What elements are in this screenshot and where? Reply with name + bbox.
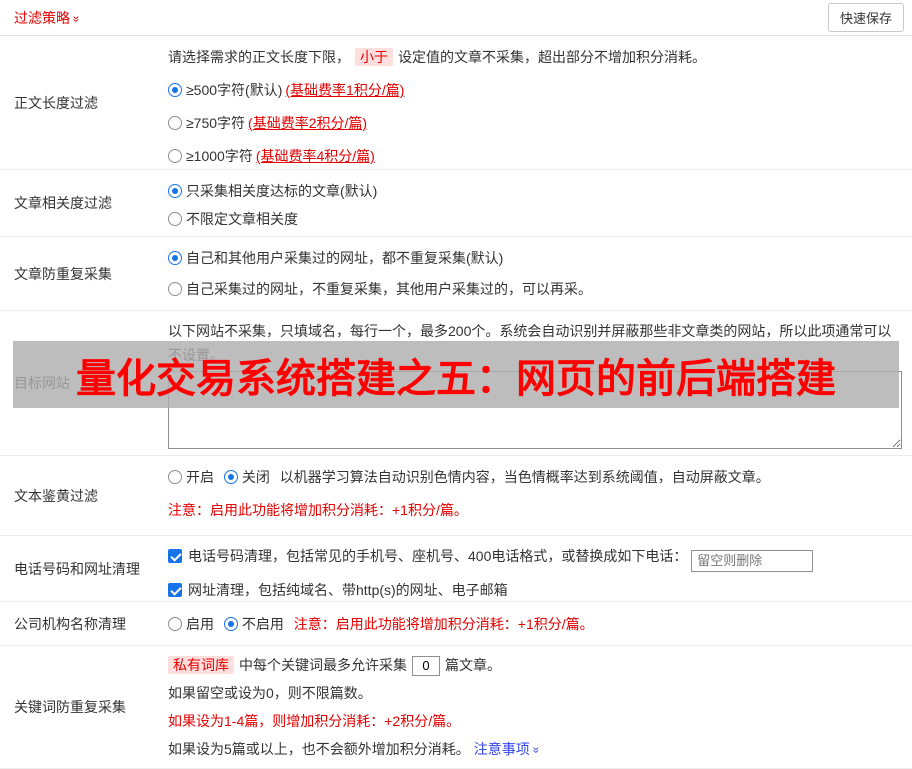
radio-icon[interactable] bbox=[168, 617, 182, 631]
row-length-filter: 正文长度过滤 请选择需求的正文长度下限， 小于设定值的文章不采集，超出部分不增加积… bbox=[0, 36, 912, 170]
dedup-option-self-only[interactable]: 自己采集过的网址，不重复采集，其他用户采集过的，可以再采。 bbox=[168, 278, 904, 300]
notice-link[interactable]: 注意事项» bbox=[474, 741, 540, 757]
option-label: 自己采集过的网址，不重复采集，其他用户采集过的，可以再采。 bbox=[186, 281, 592, 297]
porn-option-off[interactable]: 关闭 bbox=[224, 469, 270, 485]
replacement-phone-input[interactable] bbox=[691, 550, 813, 572]
row-label: 公司机构名称清理 bbox=[0, 602, 168, 645]
relevance-option-strict[interactable]: 只采集相关度达标的文章(默认) bbox=[168, 180, 904, 202]
company-option-off[interactable]: 不启用 bbox=[224, 616, 284, 632]
radio-icon[interactable] bbox=[224, 617, 238, 631]
keyword-limit-input[interactable] bbox=[412, 656, 440, 676]
dedup-option-all-users[interactable]: 自己和其他用户采集过的网址，都不重复采集(默认) bbox=[168, 247, 904, 269]
porn-option-on[interactable]: 开启 bbox=[168, 469, 214, 485]
option-label: 关闭 bbox=[242, 469, 270, 485]
row-keyword-dedup: 关键词防重复采集 私有词库中每个关键词最多允许采集 篇文章。 如果留空或设为0，则… bbox=[0, 646, 912, 769]
row-dedup-filter: 文章防重复采集 自己和其他用户采集过的网址，都不重复采集(默认) 自己采集过的网… bbox=[0, 237, 912, 311]
line-text: 如果设为5篇或以上，也不会额外增加积分消耗。 bbox=[168, 741, 470, 757]
watermark-banner: 量化交易系统搭建之五：网页的前后端搭建 bbox=[13, 341, 899, 408]
length-option-1000[interactable]: ≥1000字符(基础费率4积分/篇) bbox=[168, 145, 904, 167]
highlight-tag: 私有词库 bbox=[168, 656, 234, 674]
row-label: 文章相关度过滤 bbox=[0, 170, 168, 236]
row-label: 正文长度过滤 bbox=[0, 36, 168, 169]
porn-filter-desc: 以机器学习算法自动识别色情内容，当色情概率达到系统阈值，自动屏蔽文章。 bbox=[280, 469, 770, 485]
keyword-note-free: 如果设为5篇或以上，也不会额外增加积分消耗。注意事项» bbox=[168, 738, 904, 761]
row-label: 电话号码和网址清理 bbox=[0, 536, 168, 601]
row-label: 关键词防重复采集 bbox=[0, 646, 168, 768]
chevron-down-icon: » bbox=[525, 747, 547, 754]
option-label: ≥1000字符 bbox=[186, 148, 253, 164]
radio-icon[interactable] bbox=[168, 251, 182, 265]
quick-save-button[interactable]: 快速保存 bbox=[828, 3, 904, 32]
row-phone-url-clean: 电话号码和网址清理 电话号码清理，包括常见的手机号、座机号、400电话格式，或替… bbox=[0, 536, 912, 602]
radio-icon[interactable] bbox=[168, 149, 182, 163]
radio-icon[interactable] bbox=[168, 184, 182, 198]
keyword-note-cost: 如果设为1-4篇，则增加积分消耗：+2积分/篇。 bbox=[168, 710, 904, 732]
option-label: 只采集相关度达标的文章(默认) bbox=[186, 183, 377, 199]
option-label: ≥750字符 bbox=[186, 115, 245, 131]
relevance-option-any[interactable]: 不限定文章相关度 bbox=[168, 208, 904, 230]
company-clean-note: 注意：启用此功能将增加积分消耗：+1积分/篇。 bbox=[294, 616, 594, 632]
length-option-750[interactable]: ≥750字符(基础费率2积分/篇) bbox=[168, 112, 904, 134]
option-label: 启用 bbox=[186, 616, 214, 632]
radio-icon[interactable] bbox=[224, 470, 238, 484]
desc-text: 请选择需求的正文长度下限， bbox=[168, 49, 350, 65]
watermark-text: 量化交易系统搭建之五：网页的前后端搭建 bbox=[76, 346, 836, 404]
chevron-down-icon: » bbox=[69, 15, 83, 22]
row-label: 文章防重复采集 bbox=[0, 237, 168, 310]
fee-note: (基础费率1积分/篇) bbox=[285, 82, 404, 98]
radio-icon[interactable] bbox=[168, 470, 182, 484]
row-porn-filter: 文本鉴黄过滤 开启 关闭 以机器学习算法自动识别色情内容，当色情概率达到系统阈值… bbox=[0, 456, 912, 536]
row-label: 文本鉴黄过滤 bbox=[0, 456, 168, 535]
porn-filter-note: 注意：启用此功能将增加积分消耗：+1积分/篇。 bbox=[168, 499, 904, 521]
desc-text: 设定值的文章不采集，超出部分不增加积分消耗。 bbox=[398, 49, 706, 65]
length-option-500[interactable]: ≥500字符(默认)(基础费率1积分/篇) bbox=[168, 79, 904, 101]
checkbox-icon[interactable] bbox=[168, 583, 182, 597]
option-label: 开启 bbox=[186, 469, 214, 485]
radio-icon[interactable] bbox=[168, 83, 182, 97]
page-title: 过滤策略 bbox=[14, 10, 70, 26]
link-label: 注意事项 bbox=[474, 741, 530, 757]
line-text: 中每个关键词最多允许采集 bbox=[239, 657, 407, 673]
radio-icon[interactable] bbox=[168, 116, 182, 130]
fee-note: (基础费率4积分/篇) bbox=[256, 148, 375, 164]
row-company-clean: 公司机构名称清理 启用 不启用 注意：启用此功能将增加积分消耗：+1积分/篇。 bbox=[0, 602, 912, 646]
phone-clean-option[interactable]: 电话号码清理，包括常见的手机号、座机号、400电话格式，或替换成如下电话： bbox=[168, 545, 904, 572]
option-label: ≥500字符(默认) bbox=[186, 82, 282, 98]
filter-strategy-title[interactable]: 过滤策略» bbox=[14, 8, 80, 28]
checkbox-icon[interactable] bbox=[168, 549, 182, 563]
option-label: 不启用 bbox=[242, 616, 284, 632]
keyword-note-empty: 如果留空或设为0，则不限篇数。 bbox=[168, 682, 904, 704]
fee-note: (基础费率2积分/篇) bbox=[248, 115, 367, 131]
radio-icon[interactable] bbox=[168, 212, 182, 226]
topbar: 过滤策略» 快速保存 bbox=[0, 0, 912, 36]
option-label: 电话号码清理，包括常见的手机号、座机号、400电话格式，或替换成如下电话： bbox=[188, 548, 687, 564]
length-filter-desc: 请选择需求的正文长度下限， 小于设定值的文章不采集，超出部分不增加积分消耗。 bbox=[168, 46, 904, 68]
line-text: 篇文章。 bbox=[445, 657, 501, 673]
option-label: 不限定文章相关度 bbox=[186, 211, 298, 227]
highlight-tag: 小于 bbox=[355, 48, 393, 66]
url-clean-option[interactable]: 网址清理，包括纯域名、带http(s)的网址、电子邮箱 bbox=[168, 579, 904, 601]
keyword-limit-line: 私有词库中每个关键词最多允许采集 篇文章。 bbox=[168, 654, 904, 676]
radio-icon[interactable] bbox=[168, 282, 182, 296]
option-label: 自己和其他用户采集过的网址，都不重复采集(默认) bbox=[186, 250, 503, 266]
option-label: 网址清理，包括纯域名、带http(s)的网址、电子邮箱 bbox=[188, 582, 508, 598]
company-option-on[interactable]: 启用 bbox=[168, 616, 214, 632]
row-relevance-filter: 文章相关度过滤 只采集相关度达标的文章(默认) 不限定文章相关度 bbox=[0, 170, 912, 237]
